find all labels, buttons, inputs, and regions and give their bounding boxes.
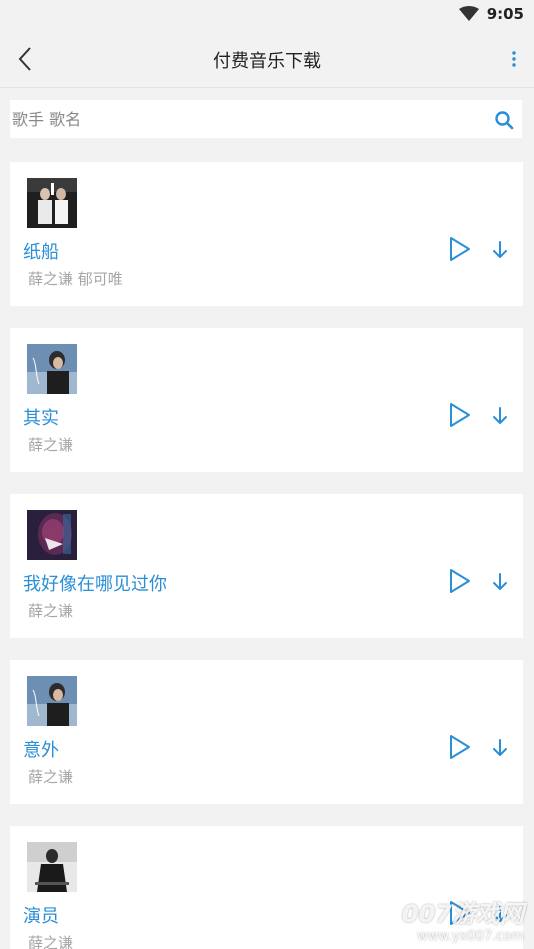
search-box — [10, 100, 522, 138]
album-cover — [27, 842, 77, 892]
song-list: 纸船 薛之谦 郁可唯 其实 薛之谦 我好像在哪见过你 薛之谦 意外 薛之谦 演员… — [10, 162, 523, 949]
search-input[interactable] — [10, 100, 490, 138]
song-title: 我好像在哪见过你 — [23, 574, 167, 595]
play-icon[interactable] — [448, 402, 472, 428]
more-vertical-icon[interactable] — [508, 48, 520, 72]
list-item[interactable]: 其实 薛之谦 — [10, 328, 523, 472]
status-right: 9:05 — [458, 5, 524, 23]
watermark-url: www.yx007.com — [417, 929, 524, 944]
song-artist: 薛之谦 — [28, 934, 74, 949]
list-item[interactable]: 我好像在哪见过你 薛之谦 — [10, 494, 523, 638]
album-cover — [27, 178, 77, 228]
download-icon[interactable] — [489, 239, 511, 261]
play-icon[interactable] — [448, 236, 472, 262]
song-artist: 薛之谦 — [28, 602, 74, 620]
album-cover — [27, 510, 77, 560]
status-time: 9:05 — [486, 5, 524, 23]
song-artist: 薛之谦 — [28, 436, 74, 454]
status-bar: 9:05 — [0, 0, 534, 30]
download-icon[interactable] — [489, 737, 511, 759]
watermark: 007游戏网 www.yx007.com — [402, 894, 524, 944]
song-title: 意外 — [23, 740, 59, 761]
song-title: 演员 — [23, 906, 59, 927]
wifi-icon — [458, 6, 479, 21]
play-icon[interactable] — [448, 568, 472, 594]
download-icon[interactable] — [489, 405, 511, 427]
watermark-main: 007游戏网 — [401, 900, 524, 928]
app-bar: 付费音乐下载 — [0, 30, 534, 88]
album-cover — [27, 344, 77, 394]
list-item[interactable]: 纸船 薛之谦 郁可唯 — [10, 162, 523, 306]
page-title: 付费音乐下载 — [213, 51, 321, 72]
song-title: 其实 — [23, 408, 59, 429]
download-icon[interactable] — [489, 571, 511, 593]
play-icon[interactable] — [448, 734, 472, 760]
album-cover — [27, 676, 77, 726]
song-title: 纸船 — [23, 242, 59, 263]
song-artist: 薛之谦 郁可唯 — [28, 270, 123, 288]
list-item[interactable]: 意外 薛之谦 — [10, 660, 523, 804]
song-artist: 薛之谦 — [28, 768, 74, 786]
search-icon[interactable] — [494, 110, 514, 130]
